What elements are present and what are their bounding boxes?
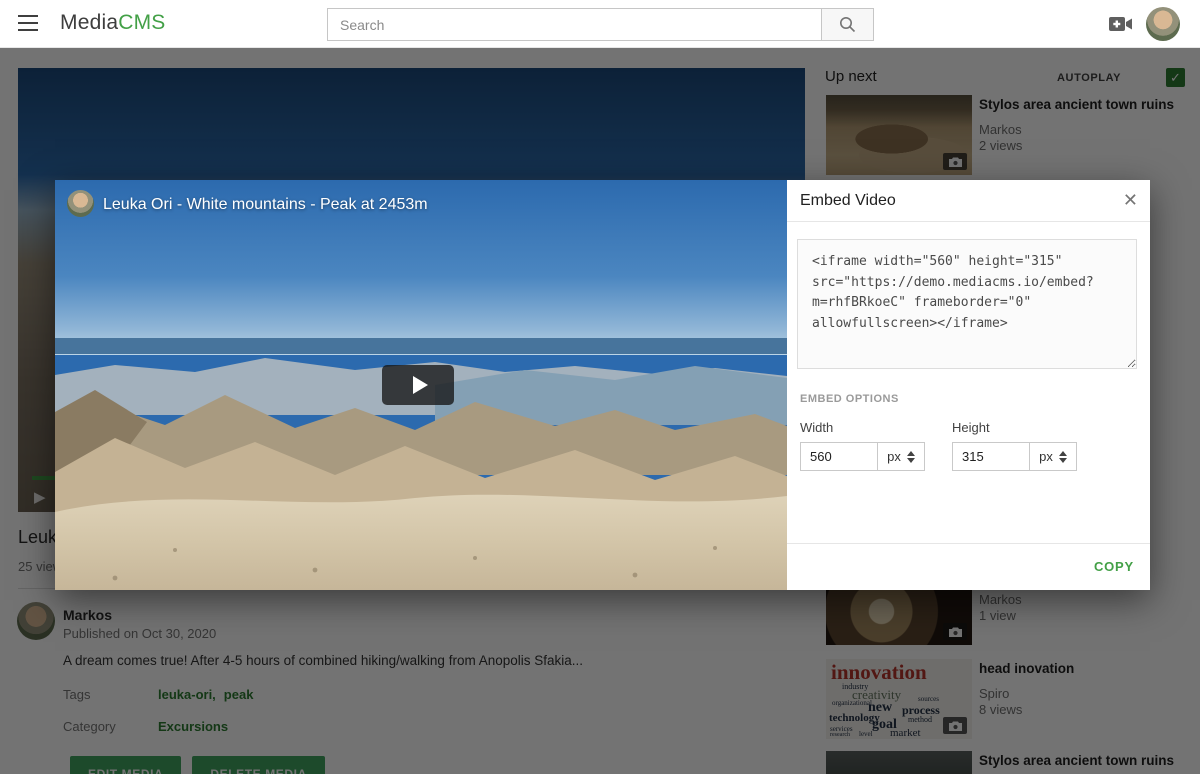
top-navbar: MediaCMS: [0, 0, 1200, 48]
user-avatar[interactable]: [1146, 7, 1180, 41]
width-input[interactable]: [801, 443, 877, 470]
unit-label: px: [1039, 449, 1053, 464]
height-field-group: Height px: [952, 420, 1077, 471]
height-label: Height: [952, 420, 1077, 435]
app-root: ▶ Leuka Ori - White mountains - Peak at …: [0, 0, 1200, 774]
upload-media-icon[interactable]: [1108, 14, 1136, 34]
width-unit-select[interactable]: px: [877, 443, 924, 470]
modal-header: Embed Video ✕: [787, 180, 1150, 222]
embed-video-preview[interactable]: Leuka Ori - White mountains - Peak at 24…: [55, 180, 787, 590]
height-unit-select[interactable]: px: [1029, 443, 1076, 470]
spinner-icon: [907, 451, 915, 463]
height-input[interactable]: [953, 443, 1029, 470]
search-bar: [327, 8, 874, 41]
spinner-icon: [1059, 451, 1067, 463]
preview-author-avatar: [67, 190, 94, 217]
menu-icon[interactable]: [18, 15, 38, 31]
search-button[interactable]: [821, 9, 873, 40]
embed-video-modal: Leuka Ori - White mountains - Peak at 24…: [55, 180, 1150, 590]
width-label: Width: [800, 420, 925, 435]
search-input[interactable]: [328, 9, 821, 40]
preview-video-title: Leuka Ori - White mountains - Peak at 24…: [103, 196, 428, 214]
brand-logo[interactable]: MediaCMS: [60, 11, 165, 35]
copy-button[interactable]: COPY: [1094, 559, 1134, 574]
brand-cms: CMS: [118, 11, 165, 34]
unit-label: px: [887, 449, 901, 464]
width-field-group: Width px: [800, 420, 925, 471]
close-icon[interactable]: ✕: [1123, 190, 1138, 211]
embed-options-label: EMBED OPTIONS: [800, 393, 899, 405]
modal-footer: COPY: [787, 543, 1150, 590]
brand-media: Media: [60, 11, 118, 34]
modal-title: Embed Video: [800, 192, 896, 210]
search-icon: [839, 16, 856, 33]
embed-panel: Embed Video ✕ <iframe width="560" height…: [787, 180, 1150, 590]
preview-play-button[interactable]: [382, 365, 454, 405]
embed-code-textarea[interactable]: <iframe width="560" height="315" src="ht…: [797, 239, 1137, 369]
